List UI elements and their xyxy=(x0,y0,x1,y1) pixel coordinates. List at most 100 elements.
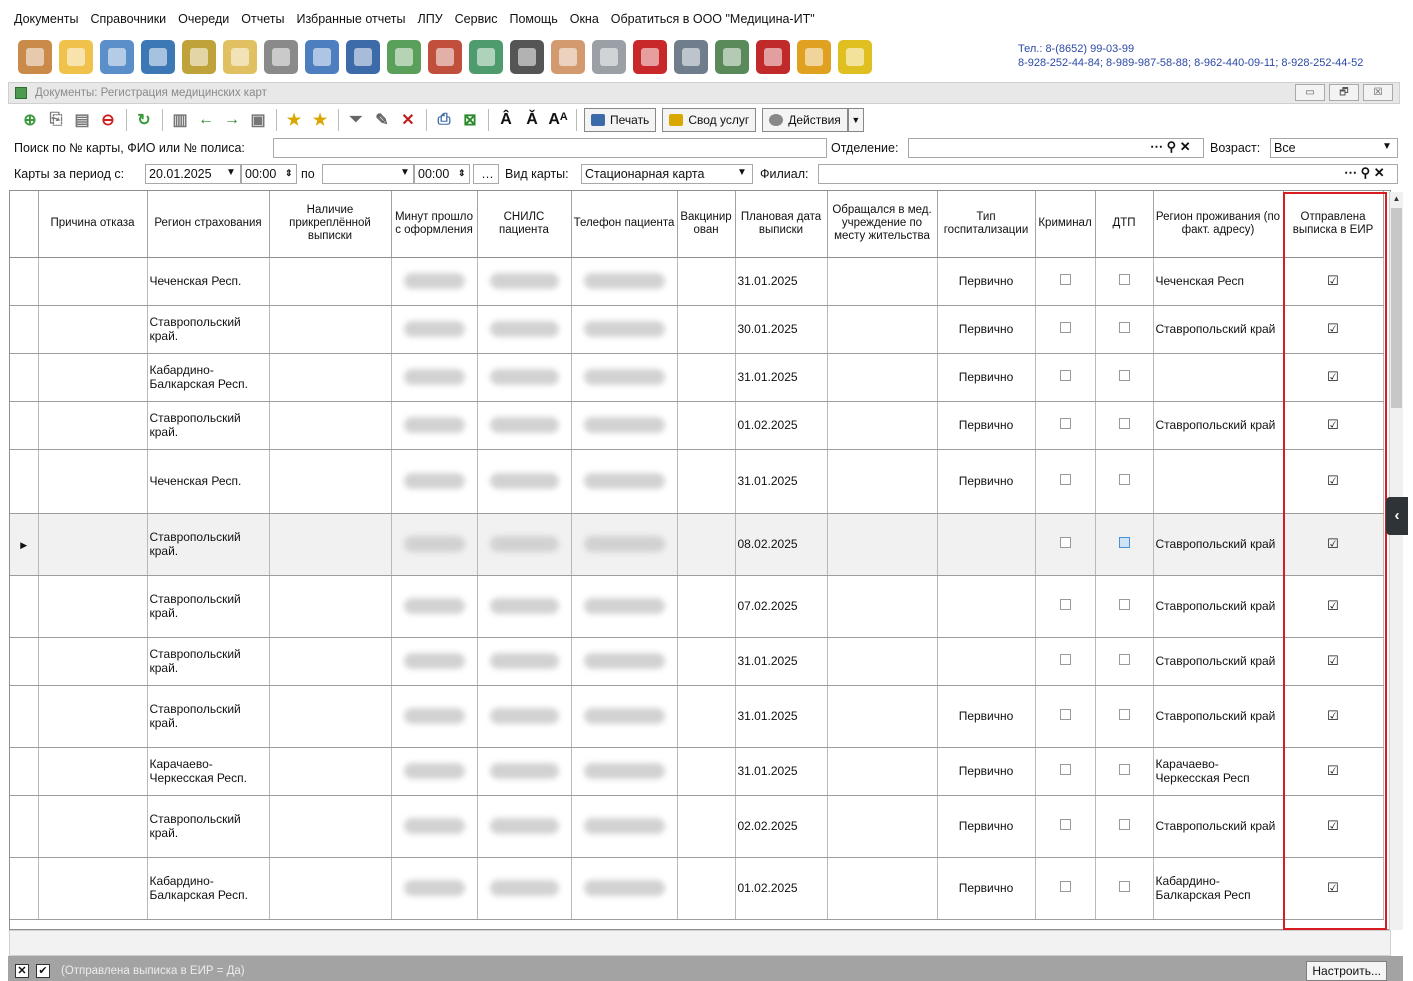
chevron-down-icon[interactable]: ▼ xyxy=(400,163,410,183)
refusal-reason-cell[interactable] xyxy=(38,857,148,920)
font-decrease-icon[interactable]: Ǎ xyxy=(522,110,542,130)
arrow-right-icon[interactable]: → xyxy=(222,110,242,130)
table-row[interactable]: Ставропольский край. 30.01.2025 Первично Ст… xyxy=(10,305,1384,354)
applied-local-cell[interactable] xyxy=(827,305,938,354)
snils-cell[interactable] xyxy=(477,575,572,638)
row-indicator[interactable] xyxy=(10,575,39,638)
attached-discharge-cell[interactable] xyxy=(269,575,392,638)
font-default-icon[interactable]: Aᴬ xyxy=(548,110,568,130)
criminal-cell[interactable] xyxy=(1035,637,1096,686)
star-remove-icon[interactable]: ★ xyxy=(310,110,330,130)
criminal-cell[interactable] xyxy=(1035,747,1096,796)
snils-cell[interactable] xyxy=(477,449,572,514)
menu-favorite-reports[interactable]: Избранные отчеты xyxy=(290,8,411,30)
hospitalization-type-cell[interactable]: Первично xyxy=(937,257,1036,306)
columns-icon[interactable]: ▥ xyxy=(170,110,190,130)
profile-red-icon[interactable] xyxy=(756,40,790,74)
checked-checkbox[interactable]: ☑ xyxy=(1327,764,1339,777)
minutes-passed-cell[interactable] xyxy=(391,857,478,920)
hospitalization-type-cell[interactable]: Первично xyxy=(937,305,1036,354)
row-indicator[interactable] xyxy=(10,353,39,402)
planned-discharge-date-cell[interactable]: 02.02.2025 xyxy=(735,795,828,858)
column-header[interactable]: Наличие прикреплённой выписки xyxy=(269,191,392,258)
insurance-region-cell[interactable]: Чеченская Респ. xyxy=(147,257,270,306)
applied-local-cell[interactable] xyxy=(827,747,938,796)
checkbox[interactable] xyxy=(1118,322,1130,333)
row-indicator[interactable] xyxy=(10,637,39,686)
table-row[interactable]: Чеченская Респ. 31.01.2025 Первично ☑ xyxy=(10,449,1384,514)
actions-dropdown-toggle[interactable]: ▼ xyxy=(847,107,864,132)
table-row[interactable]: Ставропольский край. 31.01.2025 Ставрополь… xyxy=(10,637,1384,686)
residence-region-cell[interactable]: Чеченская Респ xyxy=(1153,257,1284,306)
table-row[interactable]: Чеченская Респ. 31.01.2025 Первично Чеченск… xyxy=(10,257,1384,306)
insurance-region-cell[interactable]: Ставропольский край. xyxy=(147,305,270,354)
phone-cell[interactable] xyxy=(571,257,678,306)
accident-cell[interactable] xyxy=(1095,637,1154,686)
applied-local-cell[interactable] xyxy=(827,575,938,638)
row-indicator[interactable] xyxy=(10,305,39,354)
discharge-sent-cell[interactable]: ☑ xyxy=(1283,637,1384,686)
table-row[interactable]: Карачаево-Черкесская Респ. 31.01.2025 Перв… xyxy=(10,747,1384,796)
discharge-sent-cell[interactable]: ☑ xyxy=(1283,795,1384,858)
column-header[interactable]: Тип госпитализации xyxy=(937,191,1036,258)
criminal-cell[interactable] xyxy=(1035,513,1096,576)
planned-discharge-date-cell[interactable]: 08.02.2025 xyxy=(735,513,828,576)
vaccinated-cell[interactable] xyxy=(677,513,736,576)
vaccinated-cell[interactable] xyxy=(677,401,736,450)
checkbox[interactable] xyxy=(1118,537,1130,548)
row-indicator[interactable]: ▶ xyxy=(10,513,39,576)
phone-cell[interactable] xyxy=(571,575,678,638)
hospitalization-type-cell[interactable]: Первично xyxy=(937,353,1036,402)
row-indicator[interactable] xyxy=(10,795,39,858)
insurance-region-cell[interactable]: Ставропольский край. xyxy=(147,685,270,748)
accident-cell[interactable] xyxy=(1095,449,1154,514)
cabinet-icon[interactable] xyxy=(100,40,134,74)
criminal-cell[interactable] xyxy=(1035,795,1096,858)
planned-discharge-date-cell[interactable]: 01.02.2025 xyxy=(735,401,828,450)
cabinet-list-icon[interactable] xyxy=(715,40,749,74)
snils-cell[interactable] xyxy=(477,513,572,576)
column-header[interactable]: Обращался в мед. учреждение по месту жит… xyxy=(827,191,938,258)
insurance-region-cell[interactable]: Ставропольский край. xyxy=(147,401,270,450)
excel-icon[interactable]: ⊠ xyxy=(460,110,480,130)
table-row[interactable]: Ставропольский край. 31.01.2025 Первично Ст… xyxy=(10,685,1384,748)
vaccinated-cell[interactable] xyxy=(677,449,736,514)
phone-cell[interactable] xyxy=(571,353,678,402)
printer-icon[interactable]: ⎙ xyxy=(434,110,454,130)
insurance-region-cell[interactable]: Ставропольский край. xyxy=(147,795,270,858)
clear-icon[interactable]: ✕ xyxy=(1180,139,1191,154)
discharge-sent-cell[interactable]: ☑ xyxy=(1283,449,1384,514)
attached-discharge-cell[interactable] xyxy=(269,305,392,354)
accident-cell[interactable] xyxy=(1095,305,1154,354)
vaccinated-cell[interactable] xyxy=(677,575,736,638)
checkbox[interactable] xyxy=(1059,474,1071,485)
row-indicator[interactable] xyxy=(10,449,39,514)
checked-checkbox[interactable]: ☑ xyxy=(1327,709,1339,722)
setup-button[interactable]: Настроить... xyxy=(1306,961,1387,981)
checkbox[interactable] xyxy=(1059,819,1071,830)
hospitalization-type-cell[interactable]: Первично xyxy=(937,747,1036,796)
applied-local-cell[interactable] xyxy=(827,401,938,450)
minutes-passed-cell[interactable] xyxy=(391,685,478,748)
residence-region-cell[interactable]: Карачаево-Черкесская Респ xyxy=(1153,747,1284,796)
id-card-icon[interactable] xyxy=(141,40,175,74)
discharge-sent-cell[interactable]: ☑ xyxy=(1283,513,1384,576)
menu-references[interactable]: Справочники xyxy=(84,8,172,30)
syringe-icon[interactable] xyxy=(264,40,298,74)
transfer-icon[interactable] xyxy=(182,40,216,74)
phone-cell[interactable] xyxy=(571,305,678,354)
menu-queues[interactable]: Очереди xyxy=(172,8,235,30)
hospitalization-type-cell[interactable] xyxy=(937,637,1036,686)
snils-cell[interactable] xyxy=(477,795,572,858)
refusal-reason-cell[interactable] xyxy=(38,305,148,354)
refusal-reason-cell[interactable] xyxy=(38,401,148,450)
discharge-sent-cell[interactable]: ☑ xyxy=(1283,857,1384,920)
snils-cell[interactable] xyxy=(477,857,572,920)
snils-cell[interactable] xyxy=(477,637,572,686)
checked-checkbox[interactable]: ☑ xyxy=(1327,322,1339,335)
scanner-icon[interactable] xyxy=(510,40,544,74)
row-indicator[interactable] xyxy=(10,857,39,920)
add-icon[interactable]: ⊕ xyxy=(20,110,40,130)
insurance-region-cell[interactable]: Карачаево-Черкесская Респ. xyxy=(147,747,270,796)
hospitalization-type-cell[interactable]: Первично xyxy=(937,449,1036,514)
